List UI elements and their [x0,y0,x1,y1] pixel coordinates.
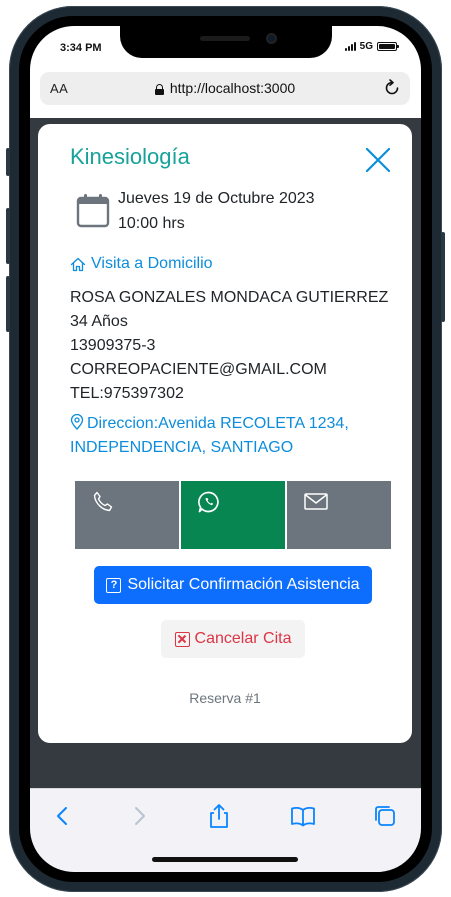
forward-icon[interactable] [126,803,152,829]
volume-up-button [6,208,10,264]
address-link[interactable]: Direccion:Avenida RECOLETA 1234, INDEPEN… [70,412,390,460]
speaker-grille [200,36,250,41]
volume-down-button [6,276,10,332]
request-confirmation-label: Solicitar Confirmación Asistencia [127,576,360,593]
back-icon[interactable] [50,803,76,829]
appointment-modal: Kinesiología Jueves 19 de Octubre 2023 1… [38,124,412,743]
whatsapp-button[interactable] [180,480,286,550]
phone-icon [93,491,113,512]
question-icon: ? [106,577,122,593]
patient-info: ROSA GONZALES MONDACA GUTIERREZ 34 Años … [70,286,388,406]
lock-icon [154,84,164,95]
visit-type: Visita a Domicilio [70,255,213,273]
network-label: 5G [359,41,373,52]
tabs-icon[interactable] [372,803,398,829]
call-button[interactable] [74,480,180,550]
home-indicator [152,857,298,862]
status-bar: 3:34 PM 5G [30,26,421,72]
x-square-icon [174,631,190,647]
address-text: Direccion:Avenida RECOLETA 1234, INDEPEN… [70,415,349,456]
url-text: http://localhost:3000 [169,80,296,96]
calendar-icon [76,194,110,228]
patient-phone: TEL:975397302 [70,385,184,402]
email-button[interactable] [286,480,392,550]
status-indicators: 5G [344,41,399,52]
reservation-number: Reserva #1 [189,690,261,706]
patient-name: ROSA GONZALES MONDACA GUTIERREZ [70,289,389,306]
signal-icon [344,42,356,51]
appointment-time: 10:00 hrs [118,215,185,232]
share-icon[interactable] [206,803,232,829]
mute-switch [6,148,10,176]
contact-actions [74,480,392,550]
patient-email: CORREOPACIENTE@GMAIL.COM [70,361,327,378]
envelope-icon [304,493,328,510]
whatsapp-icon [198,491,219,513]
url-display[interactable]: http://localhost:3000 [40,80,410,98]
reload-icon[interactable] [382,78,402,98]
notch [120,26,332,58]
power-button [441,232,445,322]
appointment-date: Jueves 19 de Octubre 2023 [118,190,315,207]
bookmarks-icon[interactable] [290,803,316,829]
address-bar[interactable]: AA http://localhost:3000 [40,72,410,105]
phone-screen: 3:34 PM 5G AA http://localhost:3000 Kine… [30,26,421,872]
close-icon[interactable] [362,144,394,176]
map-pin-icon [70,414,84,430]
front-camera [266,33,277,44]
visit-type-label: Visita a Domicilio [91,255,213,272]
cancel-appointment-label: Cancelar Cita [194,630,292,647]
patient-id: 13909375-3 [70,337,156,354]
browser-chrome: AA http://localhost:3000 [30,72,421,118]
request-confirmation-button[interactable]: ? Solicitar Confirmación Asistencia [94,566,372,604]
home-icon [70,257,86,271]
cancel-appointment-button[interactable]: Cancelar Cita [161,620,305,658]
browser-toolbar [30,788,421,872]
battery-icon [377,42,399,51]
status-time: 3:34 PM [60,42,102,54]
modal-title: Kinesiología [70,144,190,169]
patient-age: 34 Años [70,313,128,330]
